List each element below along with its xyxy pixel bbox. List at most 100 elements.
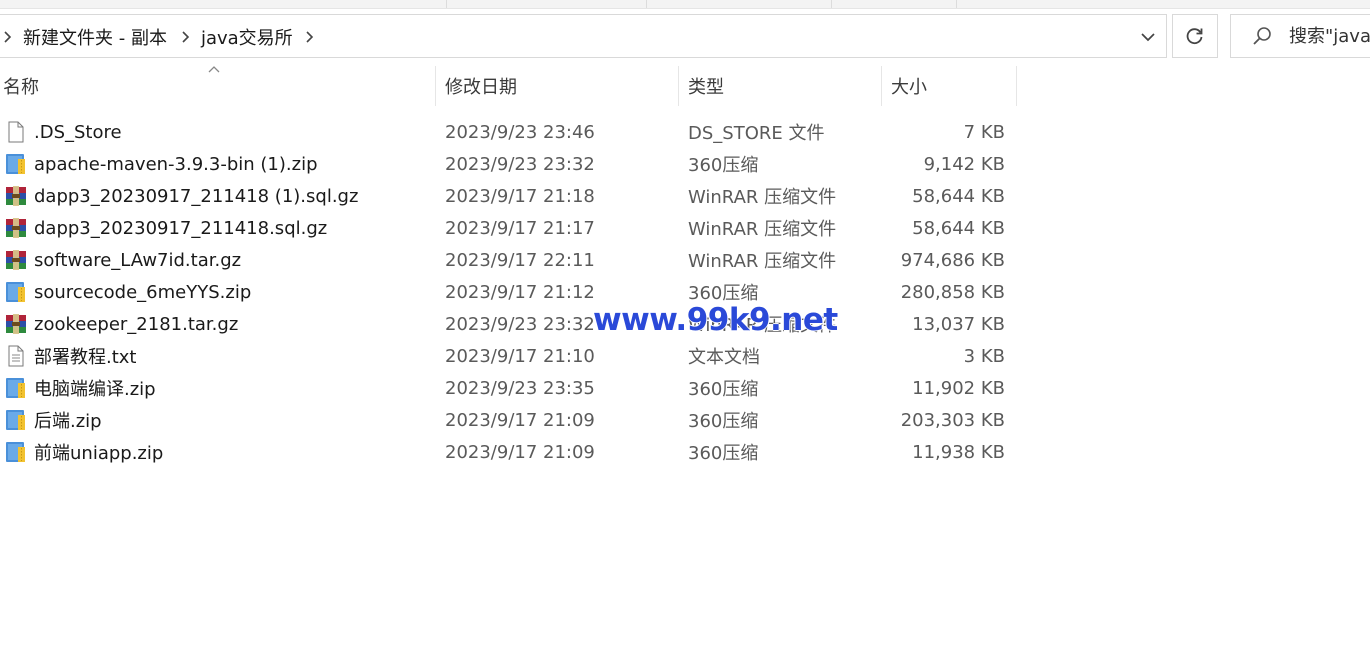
winrar-archive-icon (4, 248, 28, 272)
file-date: 2023/9/17 21:10 (445, 345, 595, 367)
file-row[interactable]: 电脑端编译.zip 2023/9/23 23:35 360压缩 11,902 KB (0, 372, 1017, 404)
search-icon (1251, 24, 1273, 48)
file-name-cell[interactable]: 电脑端编译.zip (4, 372, 156, 404)
breadcrumb-item[interactable]: 新建文件夹 - 副本 (21, 24, 169, 50)
file-date: 2023/9/23 23:46 (445, 121, 595, 143)
navigation-bar: 新建文件夹 - 副本 java交易所 (0, 14, 1370, 60)
address-history-dropdown[interactable] (1131, 15, 1165, 59)
file-name-cell[interactable]: dapp3_20230917_211418 (1).sql.gz (4, 180, 358, 212)
file-row[interactable]: dapp3_20230917_211418.sql.gz 2023/9/17 21… (0, 212, 1017, 244)
file-name-cell[interactable]: apache-maven-3.9.3-bin (1).zip (4, 148, 318, 180)
file-type: WinRAR 压缩文件 (688, 219, 837, 240)
file-date: 2023/9/17 21:18 (445, 185, 595, 207)
file-size: 9,142 KB (923, 153, 1005, 175)
refresh-icon (1186, 28, 1203, 45)
file-date: 2023/9/23 23:35 (445, 377, 595, 399)
column-header-label: 类型 (688, 77, 724, 98)
column-header-name[interactable]: 名称 (0, 66, 435, 106)
file-row[interactable]: 后端.zip 2023/9/17 21:09 360压缩 203,303 KB (0, 404, 1017, 436)
file-row[interactable]: 前端uniapp.zip 2023/9/17 21:09 360压缩 11,938 K… (0, 436, 1017, 468)
file-name-cell[interactable]: 后端.zip (4, 404, 102, 436)
column-divider[interactable] (1016, 66, 1017, 106)
winrar-archive-icon (4, 312, 28, 336)
file-size: 203,303 KB (900, 409, 1005, 431)
search-input[interactable] (1289, 25, 1370, 47)
file-name: dapp3_20230917_211418.sql.gz (34, 217, 328, 239)
file-date: 2023/9/17 22:11 (445, 249, 595, 271)
zip-archive-icon (4, 440, 28, 464)
chevron-down-icon (1141, 33, 1155, 42)
file-date: 2023/9/17 21:12 (445, 281, 595, 303)
zip-archive-icon (4, 376, 28, 400)
file-size: 7 KB (963, 121, 1005, 143)
file-size: 974,686 KB (900, 249, 1005, 271)
column-header-label: 名称 (3, 77, 39, 98)
chevron-right-icon[interactable] (0, 30, 21, 44)
column-header-label: 修改日期 (445, 77, 517, 98)
search-box[interactable] (1230, 14, 1370, 58)
file-row[interactable]: sourcecode_6meYYS.zip 2023/9/17 21:12 360压… (0, 276, 1017, 308)
file-row[interactable]: zookeeper_2181.tar.gz 2023/9/23 23:32 WinR… (0, 308, 1017, 340)
breadcrumb: 新建文件夹 - 副本 java交易所 (0, 15, 323, 59)
chevron-right-icon[interactable] (295, 30, 323, 44)
breadcrumb-item[interactable]: java交易所 (199, 24, 295, 50)
file-row[interactable]: 部署教程.txt 2023/9/17 21:10 文本文档 3 KB (0, 340, 1017, 372)
file-row[interactable]: software_LAw7id.tar.gz 2023/9/17 22:11 Win… (0, 244, 1017, 276)
address-bar[interactable]: 新建文件夹 - 副本 java交易所 (0, 14, 1167, 58)
file-name-cell[interactable]: .DS_Store (4, 116, 122, 148)
file-size: 11,902 KB (912, 377, 1005, 399)
refresh-button[interactable] (1172, 14, 1218, 58)
file-name-cell[interactable]: sourcecode_6meYYS.zip (4, 276, 251, 308)
file-name: 前端uniapp.zip (34, 443, 164, 464)
file-list: .DS_Store 2023/9/23 23:46 DS_STORE 文件 7 KB … (0, 116, 1017, 468)
zip-archive-icon (4, 280, 28, 304)
file-name: software_LAw7id.tar.gz (34, 249, 242, 271)
file-size: 13,037 KB (912, 313, 1005, 335)
file-name-cell[interactable]: dapp3_20230917_211418.sql.gz (4, 212, 327, 244)
file-size: 3 KB (963, 345, 1005, 367)
file-date: 2023/9/17 21:09 (445, 441, 595, 463)
file-name: 电脑端编译.zip (34, 379, 156, 400)
ribbon-divider (646, 0, 647, 8)
file-name: 后端.zip (34, 411, 102, 432)
file-name-cell[interactable]: software_LAw7id.tar.gz (4, 244, 241, 276)
text-file-icon (4, 344, 28, 368)
file-type: 360压缩 (688, 411, 759, 432)
file-type: 360压缩 (688, 443, 759, 464)
file-type: DS_STORE 文件 (688, 123, 825, 144)
file-name-cell[interactable]: zookeeper_2181.tar.gz (4, 308, 238, 340)
watermark: www.99k9.net (593, 302, 838, 338)
ribbon-divider (446, 0, 447, 8)
ribbon-divider (956, 0, 957, 8)
file-name-cell[interactable]: 前端uniapp.zip (4, 436, 163, 468)
file-name: dapp3_20230917_211418 (1).sql.gz (34, 185, 359, 207)
file-type: 360压缩 (688, 155, 759, 176)
zip-archive-icon (4, 152, 28, 176)
file-name: 部署教程.txt (34, 347, 137, 368)
file-size: 58,644 KB (912, 185, 1005, 207)
chevron-right-icon[interactable] (169, 30, 199, 44)
winrar-archive-icon (4, 184, 28, 208)
file-size: 11,938 KB (912, 441, 1005, 463)
blank-file-icon (4, 120, 28, 144)
column-header-type[interactable]: 类型 (678, 66, 881, 106)
file-name: apache-maven-3.9.3-bin (1).zip (34, 153, 318, 175)
file-row[interactable]: apache-maven-3.9.3-bin (1).zip 2023/9/23 … (0, 148, 1017, 180)
column-header-row: 名称 修改日期 类型 大小 (0, 66, 1017, 106)
file-name-cell[interactable]: 部署教程.txt (4, 340, 137, 372)
file-name: zookeeper_2181.tar.gz (34, 313, 239, 335)
zip-archive-icon (4, 408, 28, 432)
file-type: WinRAR 压缩文件 (688, 251, 837, 272)
column-header-label: 大小 (891, 77, 927, 98)
file-name: .DS_Store (34, 121, 122, 143)
file-type: WinRAR 压缩文件 (688, 187, 837, 208)
file-date: 2023/9/17 21:09 (445, 409, 595, 431)
file-date: 2023/9/17 21:17 (445, 217, 595, 239)
column-header-size[interactable]: 大小 (881, 66, 1016, 106)
file-row[interactable]: .DS_Store 2023/9/23 23:46 DS_STORE 文件 7 KB (0, 116, 1017, 148)
ribbon-strip (0, 0, 1370, 9)
file-size: 58,644 KB (912, 217, 1005, 239)
file-row[interactable]: dapp3_20230917_211418 (1).sql.gz 2023/9/1… (0, 180, 1017, 212)
column-header-date[interactable]: 修改日期 (435, 66, 678, 106)
file-date: 2023/9/23 23:32 (445, 153, 595, 175)
